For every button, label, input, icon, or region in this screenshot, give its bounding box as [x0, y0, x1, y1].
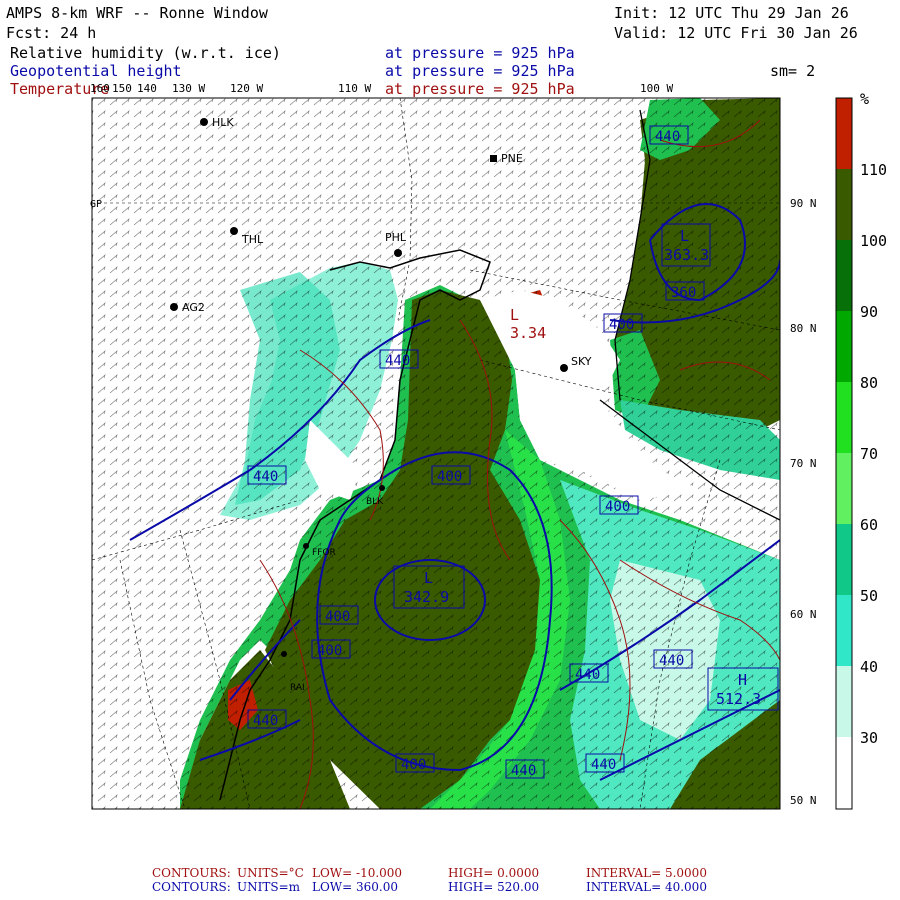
footer-height-units: UNITS=m	[237, 880, 301, 894]
lat-label: 50 N	[790, 794, 817, 807]
colorbar-tick: 60	[860, 516, 878, 534]
colorbar	[835, 97, 853, 810]
station-label: SKY	[571, 355, 592, 368]
colorbar-tick: 110	[860, 161, 887, 179]
height-box-text: 440	[253, 469, 278, 485]
colorbar-segment	[836, 382, 852, 453]
colorbar-segment	[836, 524, 852, 595]
colorbar-segment	[836, 98, 852, 169]
colorbar-segment	[836, 595, 852, 666]
height-box-text: 440	[385, 353, 410, 369]
height-box-text: 440	[511, 763, 536, 779]
low-letter: L	[680, 227, 689, 245]
colorbar-tick: 100	[860, 232, 887, 250]
left-axis-label: GP	[90, 199, 102, 210]
colorbar-segment	[836, 240, 852, 311]
colorbar-tick: 80	[860, 374, 878, 392]
station-label: BLK	[366, 497, 384, 507]
lat-labels: 90 N 80 N 70 N 60 N 50 N	[790, 197, 817, 807]
lat-label: 60 N	[790, 608, 817, 621]
low-value: 342.9	[404, 588, 449, 606]
height-box-text: 400	[609, 317, 634, 333]
footer-height-low: LOW= 360.00	[312, 880, 398, 894]
height-box-text: 400	[605, 499, 630, 515]
lat-label: 70 N	[790, 457, 817, 470]
colorbar-segment	[836, 311, 852, 382]
height-box-text: 400	[317, 643, 342, 659]
temp-low-value: 3.34	[510, 324, 546, 342]
footer-temp-interval: INTERVAL= 5.0000	[586, 866, 707, 880]
footer-temp-label: CONTOURS:	[152, 866, 231, 880]
height-box-text: 400	[437, 469, 462, 485]
colorbar-tick: 30	[860, 729, 878, 747]
low-letter: L	[424, 569, 433, 587]
high-letter: H	[738, 671, 747, 689]
height-box-text: 400	[325, 609, 350, 625]
colorbar-segment	[836, 737, 852, 809]
map-panel: 440 440 400 400 400 440 440 400 440 440 …	[92, 98, 780, 809]
temp-low-letter: L	[510, 306, 519, 324]
station-label: RAI	[290, 683, 305, 693]
colorbar-tick: 70	[860, 445, 878, 463]
footer-height-label: CONTOURS:	[152, 880, 231, 894]
height-box-text: 440	[655, 129, 680, 145]
station-label: FFOR	[312, 548, 336, 558]
height-box-text: 360	[671, 285, 696, 301]
colorbar-segment	[836, 453, 852, 524]
lat-label: 80 N	[790, 322, 817, 335]
footer-temp-low: LOW= -10.000	[312, 866, 403, 880]
height-box-text: 440	[591, 757, 616, 773]
height-box-text: 400	[401, 757, 426, 773]
station-label: PNE	[501, 152, 523, 165]
height-box-text: 440	[253, 713, 278, 729]
high-value: 512.3	[716, 690, 761, 708]
station-label: PHL	[385, 231, 407, 244]
colorbar-segment	[836, 666, 852, 737]
colorbar-tick: 40	[860, 658, 878, 676]
colorbar-labels: % 110 100 90 80 70 60 50 40 30	[860, 90, 887, 747]
colorbar-tick: 90	[860, 303, 878, 321]
height-box-text: 440	[575, 667, 600, 683]
footer-temp-units: UNITS=°C	[237, 866, 304, 880]
footer-height-interval: INTERVAL= 40.000	[586, 880, 707, 894]
colorbar-tick: 50	[860, 587, 878, 605]
colorbar-unit: %	[860, 90, 869, 108]
map-figure: 440 440 400 400 400 440 440 400 440 440 …	[90, 90, 887, 810]
footer-height-high: HIGH= 520.00	[448, 880, 540, 894]
footer-temp-high: HIGH= 0.0000	[448, 866, 540, 880]
height-box-text: 440	[659, 653, 684, 669]
station-label: HLK	[212, 116, 234, 129]
colorbar-segment	[836, 169, 852, 240]
station-label: THL	[241, 233, 264, 246]
low-value: 363.3	[664, 246, 709, 264]
lat-label: 90 N	[790, 197, 817, 210]
station-label: AG2	[182, 301, 205, 314]
